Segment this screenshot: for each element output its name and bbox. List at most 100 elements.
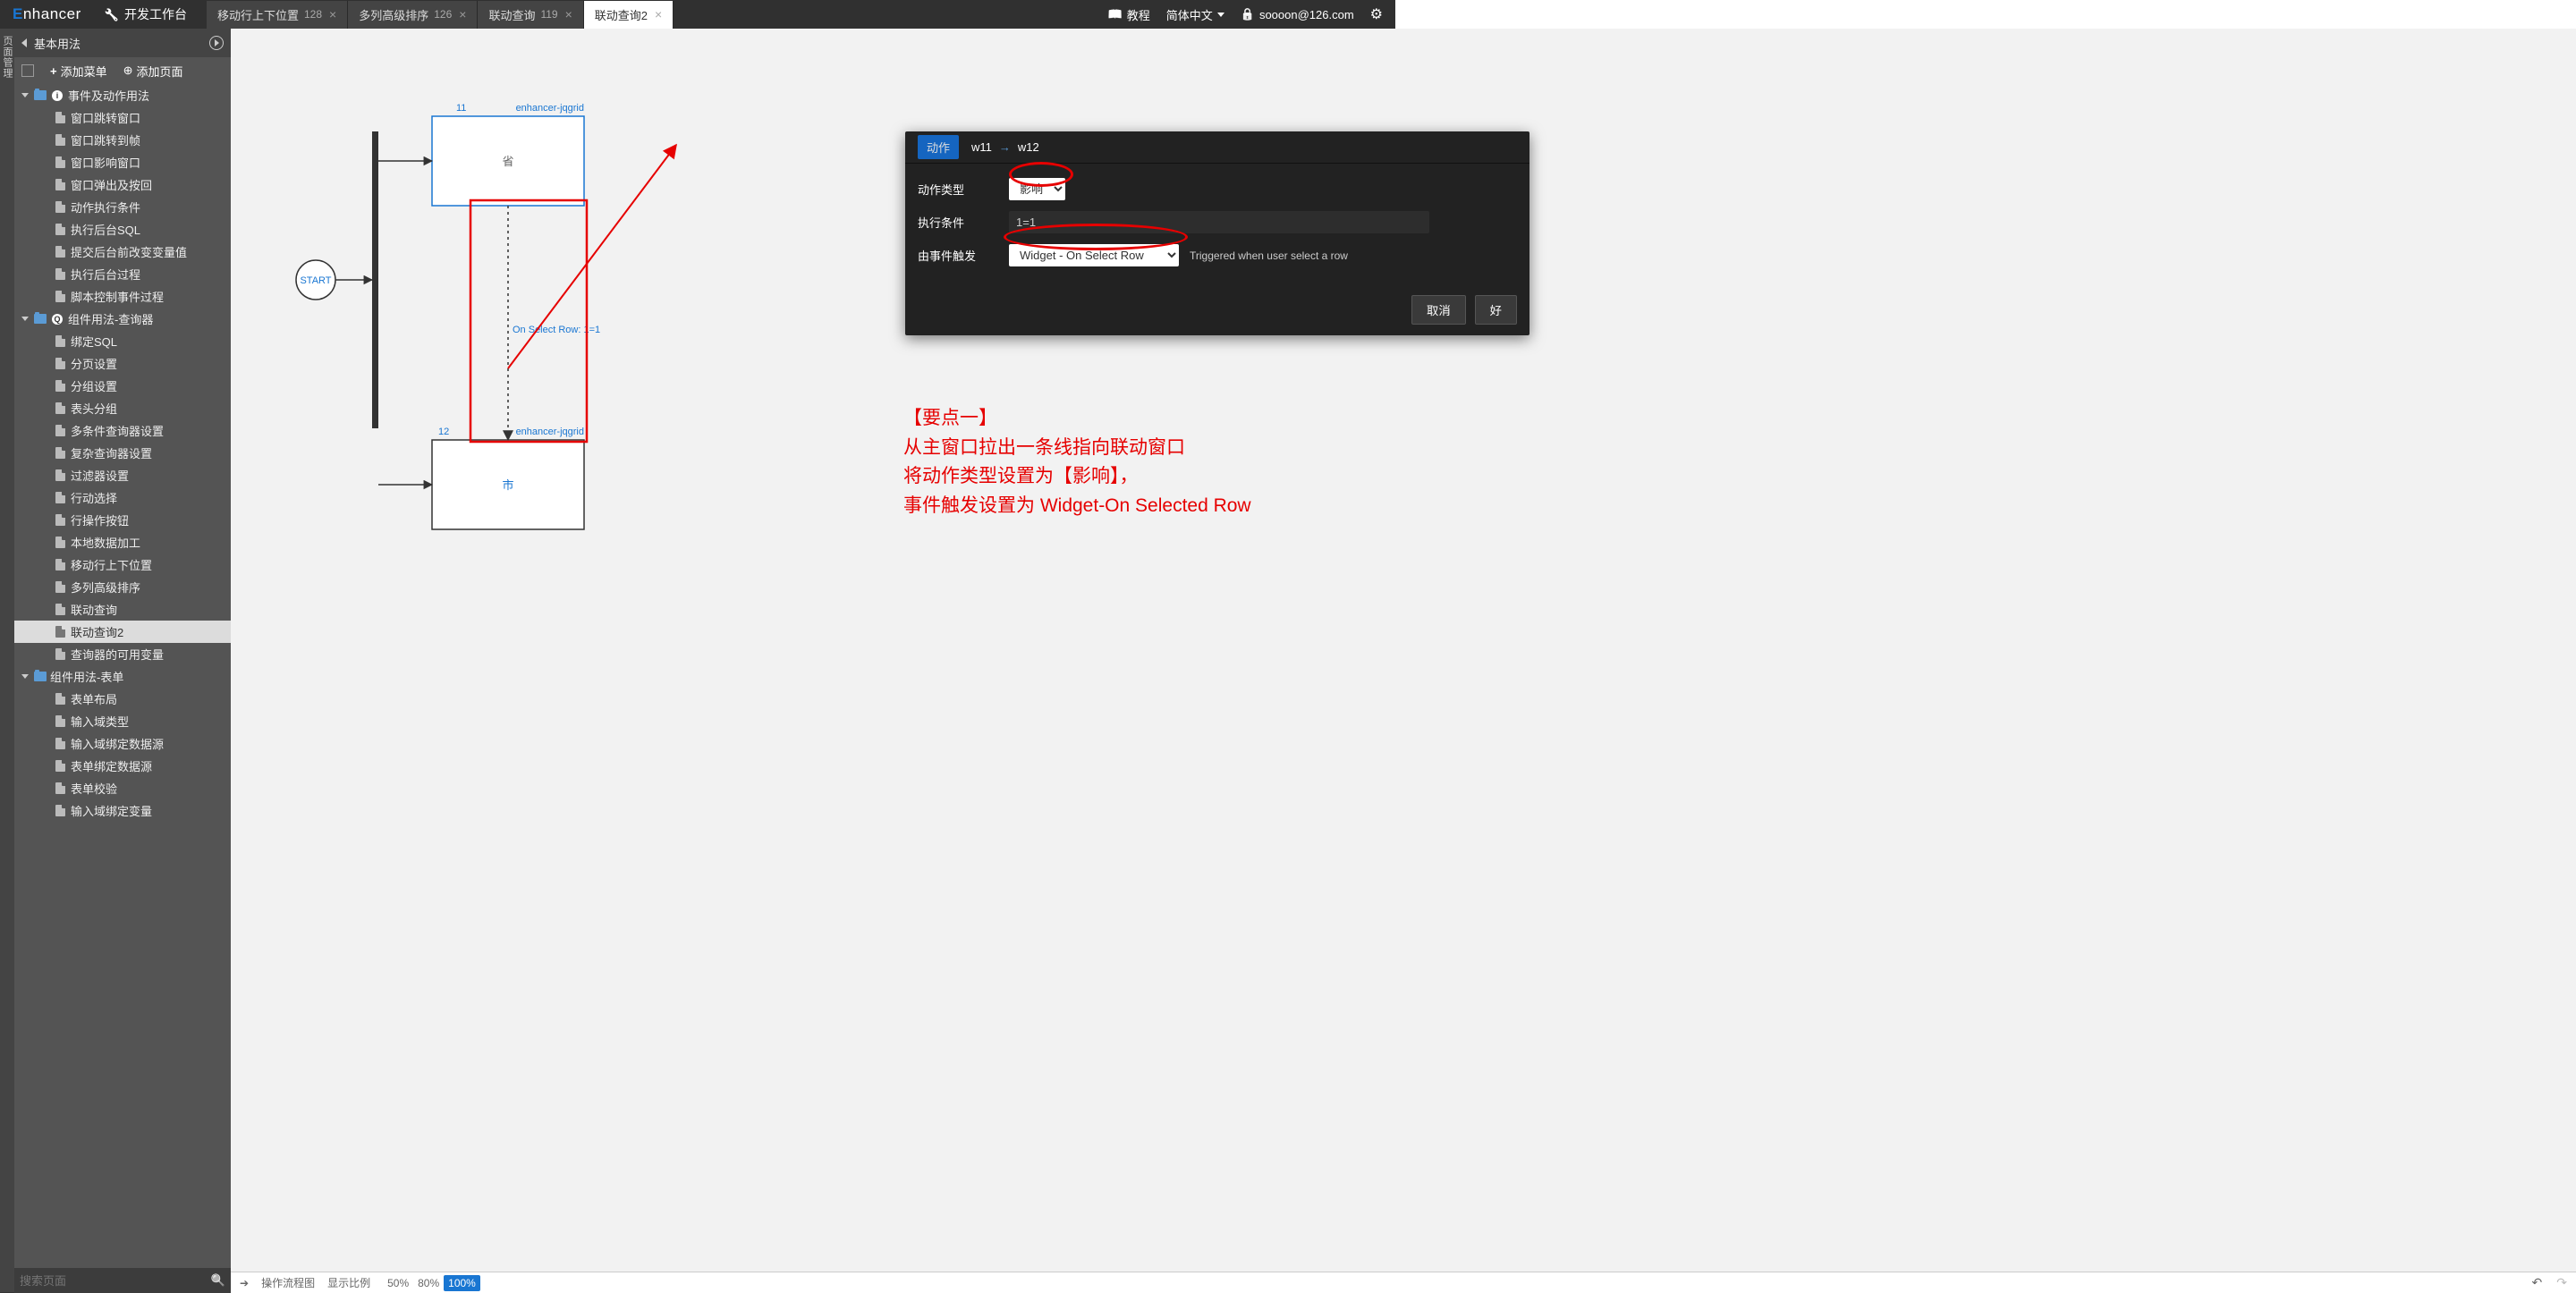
add-menu-button[interactable]: 添加菜单 <box>50 63 107 80</box>
tree-folder[interactable]: Q组件用法-查询器 <box>14 308 231 330</box>
chevron-down-icon <box>21 674 29 679</box>
chevron-down-icon <box>21 317 29 321</box>
canvas[interactable]: START 11 enhancer-jqgrid 省 12 enhancer-j… <box>231 29 2576 1272</box>
play-icon[interactable] <box>209 36 224 50</box>
tree-item[interactable]: 复杂查询器设置 <box>14 442 231 464</box>
file-icon <box>55 425 65 436</box>
tree-item[interactable]: 查询器的可用变量 <box>14 643 231 665</box>
tree-item[interactable]: 绑定SQL <box>14 330 231 352</box>
file-icon <box>55 626 65 638</box>
tree-item[interactable]: 执行后台SQL <box>14 218 231 241</box>
tree-item[interactable]: 本地数据加工 <box>14 531 231 554</box>
tree-item[interactable]: 移动行上下位置 <box>14 554 231 576</box>
svg-text:省: 省 <box>502 155 513 168</box>
tree-folder[interactable]: i事件及动作用法 <box>14 84 231 106</box>
tree-item[interactable]: 多条件查询器设置 <box>14 419 231 442</box>
add-page-button[interactable]: 添加页面 <box>123 63 183 80</box>
close-icon[interactable]: × <box>459 7 466 21</box>
tree-item[interactable]: 表单绑定数据源 <box>14 755 231 777</box>
tree-item[interactable]: 行操作按钮 <box>14 509 231 531</box>
tree-item[interactable]: 输入域绑定数据源 <box>14 732 231 755</box>
svg-text:START: START <box>300 275 331 286</box>
search-icon[interactable] <box>211 1273 225 1288</box>
chevron-down-icon <box>1217 13 1224 17</box>
tab[interactable]: 多列高级排序126× <box>348 1 478 29</box>
folder-icon <box>34 672 47 681</box>
cancel-button[interactable]: 取消 <box>1411 295 1466 325</box>
tree-item[interactable]: 表单布局 <box>14 688 231 710</box>
tree-item[interactable]: 窗口弹出及按回 <box>14 173 231 196</box>
tree-item[interactable]: 动作执行条件 <box>14 196 231 218</box>
settings-icon[interactable] <box>1370 5 1383 23</box>
event-trigger-select[interactable]: Widget - On Select Row <box>1009 244 1179 266</box>
event-trigger-label: 由事件触发 <box>918 247 998 264</box>
search-bar <box>14 1268 231 1293</box>
tree-item[interactable]: 执行后台过程 <box>14 263 231 285</box>
tree-item[interactable]: 联动查询2 <box>14 621 231 643</box>
zoom-option[interactable]: 50% <box>383 1275 413 1291</box>
tree-item[interactable]: 联动查询 <box>14 598 231 621</box>
tab[interactable]: 联动查询119× <box>478 1 583 29</box>
tab[interactable]: 联动查询2× <box>584 1 674 29</box>
tree-item[interactable]: 分组设置 <box>14 375 231 397</box>
svg-text:enhancer-jqgrid: enhancer-jqgrid <box>516 103 584 114</box>
chevron-left-icon[interactable] <box>21 38 27 47</box>
arrow-icon <box>240 1277 249 1289</box>
action-type-select[interactable]: 影响 <box>1009 178 1065 200</box>
bottom-bar: 操作流程图 显示比例 50%80%100% <box>231 1272 2576 1293</box>
file-icon <box>55 335 65 347</box>
tree-item[interactable]: 分页设置 <box>14 352 231 375</box>
tutorial-link[interactable]: 教程 <box>1108 6 1150 23</box>
event-description: Triggered when user select a row <box>1190 249 1348 262</box>
tree-item[interactable]: 输入域类型 <box>14 710 231 732</box>
close-icon[interactable]: × <box>655 7 662 21</box>
sidebar-actions: 添加菜单 添加页面 <box>14 57 231 84</box>
expand-icon[interactable] <box>21 64 34 77</box>
file-icon <box>55 201 65 213</box>
tree-folder[interactable]: 组件用法-表单 <box>14 665 231 688</box>
chevron-down-icon <box>21 93 29 97</box>
close-icon[interactable]: × <box>329 7 336 21</box>
vertical-tabs[interactable]: 页面管理 组件包管理 基础配置 <box>0 29 14 1293</box>
zoom-option[interactable]: 80% <box>413 1275 444 1291</box>
tree-item[interactable]: 过滤器设置 <box>14 464 231 486</box>
workbench-link[interactable]: 开发工作台 <box>94 5 198 23</box>
tree-item[interactable]: 窗口跳转到帧 <box>14 129 231 151</box>
file-icon <box>55 604 65 615</box>
undo-icon[interactable] <box>2532 1275 2543 1290</box>
folder-icon <box>34 314 47 324</box>
close-icon[interactable]: × <box>565 7 572 21</box>
top-bar: Enhancer 开发工作台 移动行上下位置128×多列高级排序126×联动查询… <box>0 0 1395 29</box>
tree-item[interactable]: 表头分组 <box>14 397 231 419</box>
file-icon <box>55 738 65 749</box>
zoom-option[interactable]: 100% <box>444 1275 480 1291</box>
sidebar-header: 基本用法 <box>14 29 231 57</box>
tree-item[interactable]: 窗口影响窗口 <box>14 151 231 173</box>
flow-label: 操作流程图 <box>261 1275 315 1290</box>
tree-item[interactable]: 提交后台前改变变量值 <box>14 241 231 263</box>
tree-item[interactable]: 窗口跳转窗口 <box>14 106 231 129</box>
lock-icon <box>1241 7 1255 21</box>
file-icon <box>55 291 65 302</box>
file-icon <box>55 514 65 526</box>
file-icon <box>55 134 65 146</box>
tree-item[interactable]: 行动选择 <box>14 486 231 509</box>
sidebar: 页面管理 组件包管理 基础配置 基本用法 添加菜单 添加页面 i事件及动作用法窗… <box>0 29 231 1293</box>
file-icon <box>55 112 65 123</box>
redo-icon[interactable] <box>2556 1275 2567 1290</box>
ok-button[interactable]: 好 <box>1475 295 1517 325</box>
dialog-path: w11→w12 <box>971 140 1039 154</box>
file-icon <box>55 179 65 190</box>
search-input[interactable] <box>20 1274 211 1288</box>
tab[interactable]: 移动行上下位置128× <box>207 1 348 29</box>
tree-item[interactable]: 表单校验 <box>14 777 231 799</box>
language-dropdown[interactable]: 简体中文 <box>1166 6 1224 23</box>
user-menu[interactable]: soooon@126.com <box>1241 7 1354 21</box>
tree-item[interactable]: 输入域绑定变量 <box>14 799 231 822</box>
tree-item[interactable]: 脚本控制事件过程 <box>14 285 231 308</box>
svg-text:11: 11 <box>456 103 466 114</box>
file-icon <box>55 715 65 727</box>
condition-input[interactable]: 1=1 <box>1009 211 1429 233</box>
tree-item[interactable]: 多列高级排序 <box>14 576 231 598</box>
file-icon <box>55 648 65 660</box>
